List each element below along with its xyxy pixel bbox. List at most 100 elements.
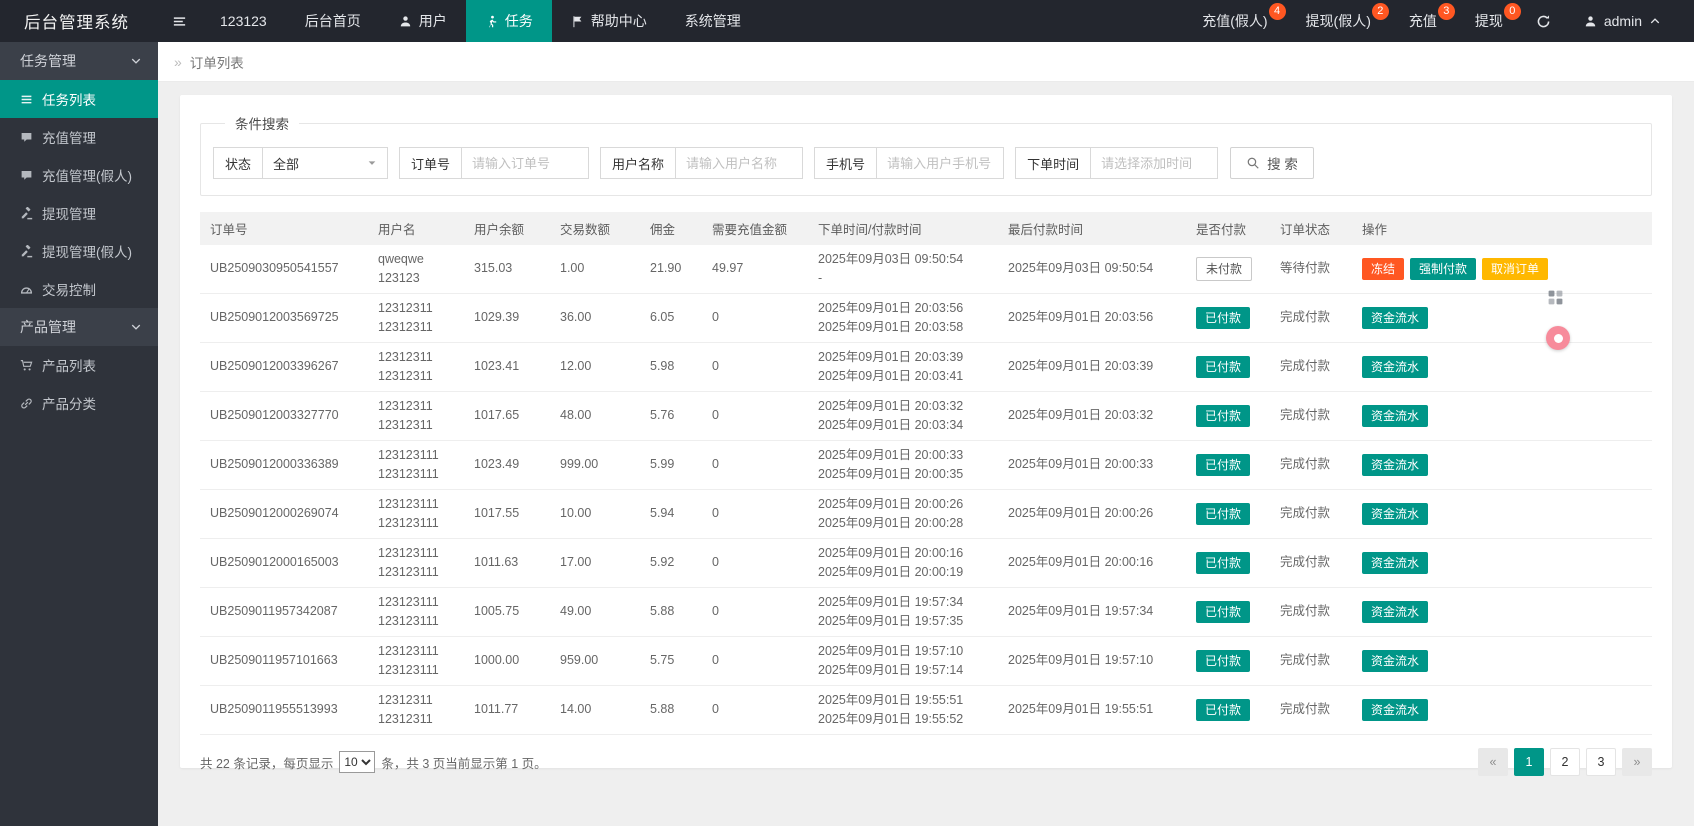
paid-cell: 已付款 bbox=[1186, 440, 1270, 490]
action-button[interactable]: 强制付款 bbox=[1410, 257, 1477, 281]
action-button[interactable]: 资金流水 bbox=[1362, 502, 1429, 526]
topbar-menu-item[interactable]: 任务 bbox=[465, 0, 552, 42]
topbar-badge-item[interactable]: 充值(假人) 4 bbox=[1183, 0, 1286, 42]
status-select-value: 全部 bbox=[273, 156, 300, 172]
commission-cell: 5.88 bbox=[640, 685, 702, 735]
topbar-badge-item[interactable]: 提现(假人) 2 bbox=[1287, 0, 1390, 42]
page-size-select[interactable]: 10 bbox=[339, 751, 376, 773]
need-recharge-cell: 0 bbox=[702, 538, 808, 588]
search-text-input[interactable] bbox=[877, 155, 1004, 171]
order-status-cell: 完成付款 bbox=[1270, 685, 1352, 735]
last-pay-time-cell: 2025年09月01日 20:03:32 bbox=[998, 391, 1186, 441]
user-line: 12312311 bbox=[378, 712, 433, 726]
commission-cell: 5.98 bbox=[640, 342, 702, 392]
action-button[interactable]: 资金流水 bbox=[1362, 404, 1429, 428]
order-status-cell: 完成付款 bbox=[1270, 587, 1352, 637]
sidebar-item[interactable]: 充值管理 bbox=[0, 118, 158, 156]
page-button[interactable]: « bbox=[1478, 748, 1508, 776]
sidebar-item[interactable]: 交易控制 bbox=[0, 270, 158, 308]
search-text-input[interactable] bbox=[462, 155, 589, 171]
action-button[interactable]: 冻结 bbox=[1362, 257, 1405, 281]
search-text-input[interactable] bbox=[1091, 155, 1218, 171]
topbar-menu-item[interactable]: 系统管理 bbox=[666, 0, 760, 42]
topbar-badge-item[interactable]: 提现 0 bbox=[1456, 0, 1522, 42]
user-menu[interactable]: admin bbox=[1565, 0, 1680, 42]
order-time-cell: 2025年09月03日 09:50:54 - bbox=[808, 245, 998, 294]
last-pay-time-cell: 2025年09月01日 20:00:16 bbox=[998, 538, 1186, 588]
balance-cell: 1011.77 bbox=[464, 685, 550, 735]
topbar-menu-label: 任务 bbox=[504, 13, 533, 29]
sidebar-group-header[interactable]: 产品管理 bbox=[0, 308, 158, 346]
order-time-line: 2025年09月01日 20:03:58 bbox=[818, 320, 964, 334]
action-button[interactable]: 资金流水 bbox=[1362, 649, 1429, 673]
sidebar-item[interactable]: 产品分类 bbox=[0, 384, 158, 422]
action-button[interactable]: 资金流水 bbox=[1362, 551, 1429, 575]
action-button[interactable]: 取消订单 bbox=[1482, 257, 1549, 281]
commission-cell: 5.94 bbox=[640, 489, 702, 539]
action-button[interactable]: 资金流水 bbox=[1362, 306, 1429, 330]
paid-status-tag: 已付款 bbox=[1196, 502, 1251, 526]
order-no-cell: UB2509011957101663 bbox=[200, 636, 368, 686]
search-button[interactable]: 搜 索 bbox=[1230, 147, 1314, 179]
user-cell: 123123111 123123111 bbox=[368, 587, 464, 637]
panel-grid-icon[interactable] bbox=[1547, 289, 1564, 306]
order-time-line: 2025年09月01日 19:55:51 bbox=[818, 693, 964, 707]
commission-cell: 5.99 bbox=[640, 440, 702, 490]
amount-cell: 10.00 bbox=[550, 489, 640, 539]
column-header: 下单时间/付款时间 bbox=[808, 212, 998, 245]
task-icon bbox=[485, 15, 498, 28]
topbar-menu-item[interactable]: 123123 bbox=[201, 0, 286, 42]
action-button[interactable]: 资金流水 bbox=[1362, 355, 1429, 379]
page-button[interactable]: 3 bbox=[1586, 748, 1616, 776]
search-field-label: 手机号 bbox=[814, 147, 878, 179]
topbar-badge-label: 提现(假人) bbox=[1305, 13, 1371, 29]
chevron-up-icon bbox=[1649, 15, 1661, 27]
order-status-cell: 等待付款 bbox=[1270, 245, 1352, 294]
page-button[interactable]: 2 bbox=[1550, 748, 1580, 776]
topbar-badge-item[interactable]: 充值 3 bbox=[1390, 0, 1456, 42]
user-line: 12312311 bbox=[378, 418, 433, 432]
action-button[interactable]: 资金流水 bbox=[1362, 698, 1429, 722]
link-icon bbox=[20, 397, 33, 410]
order-status-cell: 完成付款 bbox=[1270, 489, 1352, 539]
search-text-input[interactable] bbox=[676, 155, 803, 171]
record-summary: 共 22 条记录，每页显示 10 条，共 3 页当前显示第 1 页。 bbox=[200, 751, 547, 773]
sidebar-item[interactable]: 充值管理(假人) bbox=[0, 156, 158, 194]
sidebar-item[interactable]: 提现管理(假人) bbox=[0, 232, 158, 270]
page-button[interactable]: 1 bbox=[1514, 748, 1544, 776]
status-select[interactable]: 全部 bbox=[263, 154, 387, 173]
refresh-button[interactable] bbox=[1522, 0, 1565, 42]
last-pay-time-cell: 2025年09月01日 20:00:26 bbox=[998, 489, 1186, 539]
sidebar-group-header[interactable]: 任务管理 bbox=[0, 42, 158, 80]
order-status-cell: 完成付款 bbox=[1270, 391, 1352, 441]
mascot-icon[interactable] bbox=[1546, 326, 1570, 350]
sidebar-item[interactable]: 产品列表 bbox=[0, 346, 158, 384]
user-line: qweqwe bbox=[378, 252, 424, 266]
sidebar-toggle-button[interactable] bbox=[158, 0, 201, 42]
order-time-cell: 2025年09月01日 19:57:34 2025年09月01日 19:57:35 bbox=[808, 587, 998, 637]
user-line: 12312311 bbox=[378, 369, 433, 383]
action-button[interactable]: 资金流水 bbox=[1362, 600, 1429, 624]
user-icon bbox=[1584, 15, 1597, 28]
gauge-icon bbox=[20, 283, 33, 296]
breadcrumb-label: 订单列表 bbox=[189, 55, 244, 71]
sidebar-item-label: 提现管理 bbox=[42, 207, 96, 222]
order-time-line: 2025年09月01日 20:00:35 bbox=[818, 467, 964, 481]
order-status-cell: 完成付款 bbox=[1270, 538, 1352, 588]
action-button[interactable]: 资金流水 bbox=[1362, 453, 1429, 477]
topbar-menu-item[interactable]: 帮助中心 bbox=[552, 0, 666, 42]
order-time-line: 2025年09月01日 19:57:10 bbox=[818, 644, 964, 658]
topbar-badge-label: 提现 bbox=[1474, 13, 1503, 29]
topbar-menu-item[interactable]: 用户 bbox=[380, 0, 466, 42]
topbar-menu-item[interactable]: 后台首页 bbox=[286, 0, 380, 42]
search-field-control: 全部 bbox=[263, 147, 389, 179]
order-status-cell: 完成付款 bbox=[1270, 342, 1352, 392]
need-recharge-cell: 0 bbox=[702, 391, 808, 441]
page-button[interactable]: » bbox=[1622, 748, 1652, 776]
user-line: 12312311 bbox=[378, 350, 433, 364]
order-time-cell: 2025年09月01日 20:03:39 2025年09月01日 20:03:41 bbox=[808, 342, 998, 392]
order-time-line: 2025年09月01日 19:55:52 bbox=[818, 712, 964, 726]
user-cell: 12312311 12312311 bbox=[368, 342, 464, 392]
sidebar-item[interactable]: 提现管理 bbox=[0, 194, 158, 232]
sidebar-item[interactable]: 任务列表 bbox=[0, 80, 158, 118]
